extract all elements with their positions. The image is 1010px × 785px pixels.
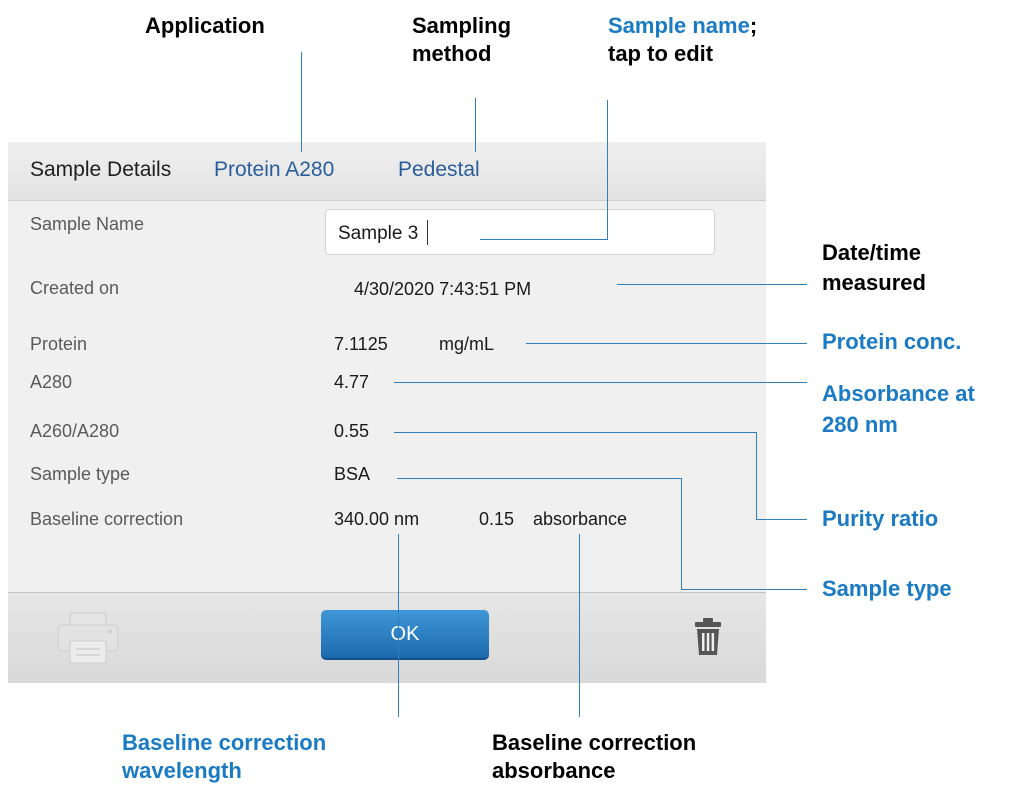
callout-sample-name-line2: tap to edit <box>608 41 714 66</box>
baseline-absorbance-unit: absorbance <box>533 509 628 529</box>
callout-absorbance-line2: 280 nm <box>822 412 898 437</box>
leader-sample-type-h2 <box>681 589 807 590</box>
sample-name-value[interactable]: Sample 3 <box>338 223 418 245</box>
leader-sample-type-v <box>681 478 682 589</box>
callout-sampling-method-line2: method <box>412 41 492 66</box>
leader-sample-name-v <box>607 100 608 239</box>
application-name: Protein A280 <box>214 158 335 181</box>
leader-datetime <box>617 284 807 285</box>
callout-sampling-method: Sampling method <box>412 12 511 68</box>
callout-sample-name-highlight: Sample name <box>608 13 750 38</box>
sample-details-panel: Sample Details Protein A280 Pedestal Sam… <box>8 142 766 683</box>
protein-value: 7.1125 <box>334 334 388 354</box>
panel-header: Sample Details Protein A280 Pedestal <box>8 142 766 201</box>
ratio-label: A260/A280 <box>30 421 120 441</box>
callout-datetime-line1: Date/time <box>822 240 922 265</box>
callout-baseline-wavelength-line1: Baseline correction <box>122 730 327 755</box>
sample-type-label: Sample type <box>30 464 131 484</box>
panel-title: Sample Details <box>30 158 172 181</box>
callout-sample-name: Sample name; tap to edit <box>608 12 757 68</box>
sample-name-input[interactable]: Sample 3 <box>325 209 715 255</box>
leader-a280 <box>394 382 807 383</box>
callout-protein-conc: Protein conc. <box>822 329 962 354</box>
callout-sample-name-line1: Sample name; <box>608 12 757 40</box>
text-caret <box>427 220 428 245</box>
baseline-wavelength-value: 340.00 nm <box>334 509 420 529</box>
baseline-absorbance-value: 0.15 <box>479 509 515 529</box>
leader-sampling-method <box>475 98 476 152</box>
callout-baseline-absorbance: Baseline correction absorbance <box>492 729 696 785</box>
baseline-label: Baseline correction <box>30 509 184 529</box>
ratio-value: 0.55 <box>334 421 370 441</box>
created-on-value: 4/30/2020 7:43:51 PM <box>354 279 532 299</box>
callout-absorbance: Absorbance at 280 nm <box>822 378 975 440</box>
callout-datetime: Date/time measured <box>822 238 926 298</box>
leader-sample-type-h1 <box>397 478 681 479</box>
leader-protein-conc <box>526 343 807 344</box>
leader-baseline-wavelength <box>398 534 399 717</box>
leader-ratio-h2 <box>756 519 807 520</box>
leader-application <box>301 52 302 152</box>
leader-ratio-v <box>756 432 757 519</box>
a280-value: 4.77 <box>334 372 370 392</box>
ok-button[interactable]: OK <box>321 610 489 660</box>
printer-icon[interactable] <box>56 611 120 665</box>
callout-baseline-absorbance-line2: absorbance <box>492 758 616 783</box>
created-on-label: Created on <box>30 278 120 298</box>
a280-label: A280 <box>30 372 73 392</box>
callout-baseline-wavelength: Baseline correction wavelength <box>122 729 326 785</box>
leader-baseline-absorbance <box>579 534 580 717</box>
callout-sample-type: Sample type <box>822 576 952 601</box>
trash-icon[interactable] <box>694 617 722 657</box>
callout-baseline-wavelength-line2: wavelength <box>122 758 242 783</box>
protein-unit: mg/mL <box>439 334 495 354</box>
callout-purity-ratio: Purity ratio <box>822 506 939 531</box>
callout-absorbance-line1: Absorbance at <box>822 381 975 406</box>
protein-label: Protein <box>30 334 88 354</box>
callout-sample-name-semicolon: ; <box>749 13 758 38</box>
callout-datetime-line2: measured <box>822 270 926 295</box>
sample-name-label: Sample Name <box>30 214 145 234</box>
callout-baseline-absorbance-line1: Baseline correction <box>492 730 697 755</box>
panel-footer: OK <box>8 592 766 683</box>
sampling-method: Pedestal <box>398 158 480 181</box>
callout-application: Application <box>145 13 265 38</box>
sample-type-value: BSA <box>334 464 371 484</box>
leader-ratio-h1 <box>394 432 756 433</box>
callout-sampling-method-line1: Sampling <box>412 13 512 38</box>
leader-sample-name-h <box>480 239 608 240</box>
